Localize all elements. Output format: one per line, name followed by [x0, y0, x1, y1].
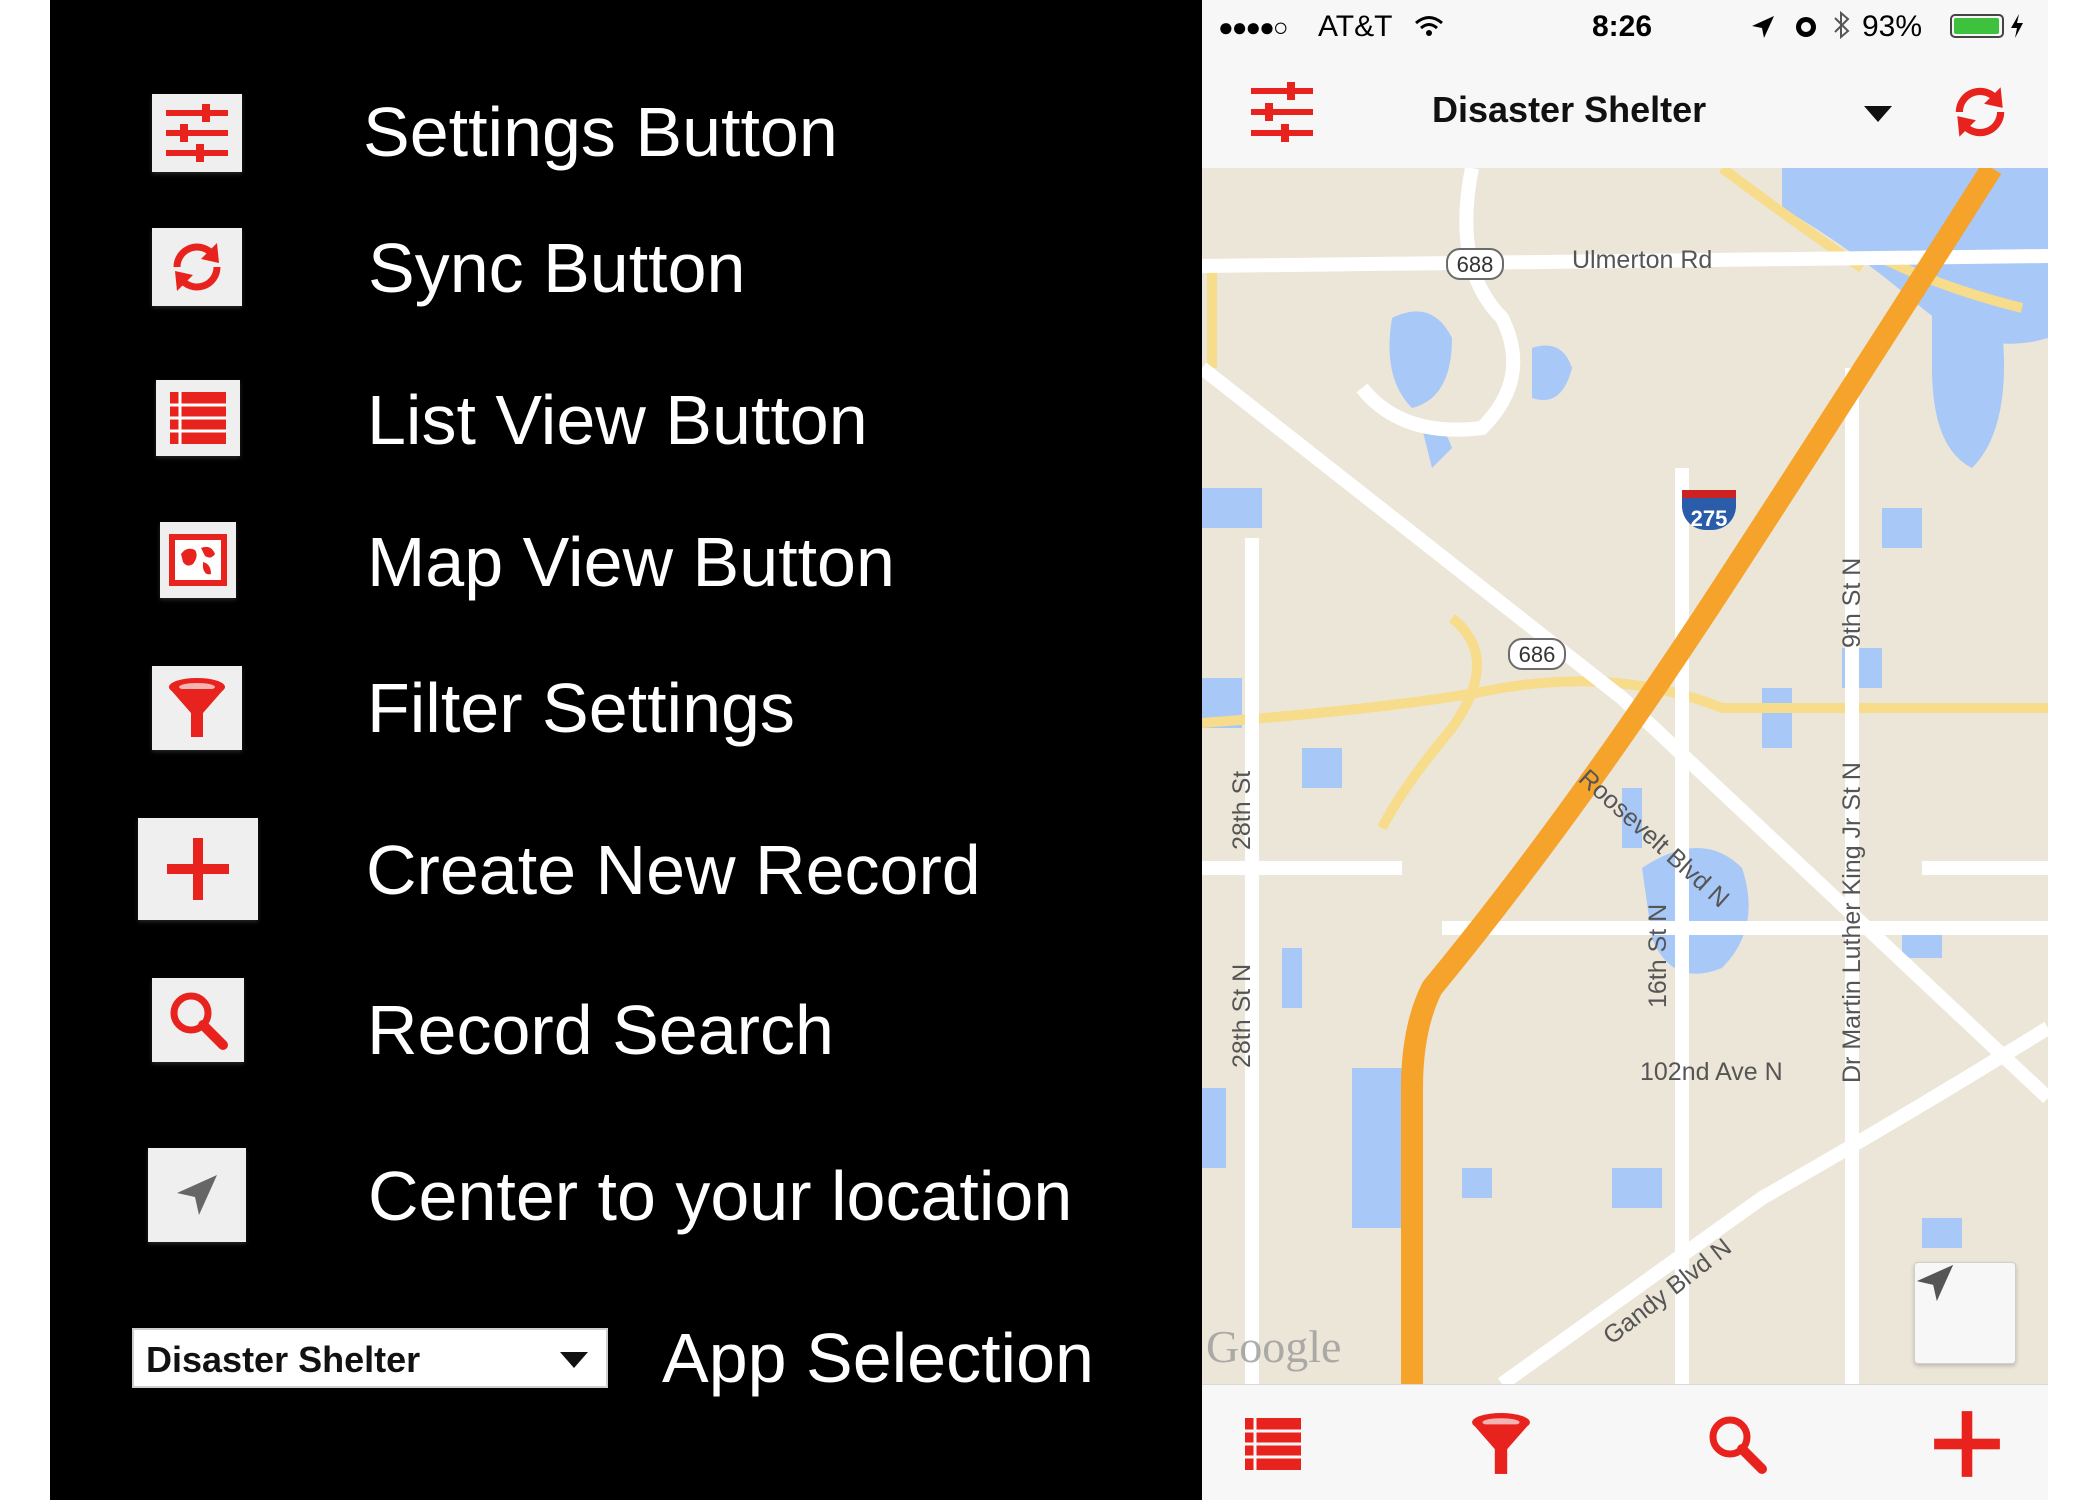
road-label: 16th St N	[1644, 903, 1672, 1008]
battery-fill	[1954, 18, 1999, 34]
center-location-button[interactable]	[1914, 1262, 2016, 1364]
record-search-legend-icon	[152, 978, 244, 1062]
filter-funnel-icon	[1472, 1413, 1530, 1474]
app-select-value: Disaster Shelter	[146, 1339, 421, 1380]
wifi-icon	[1415, 16, 1443, 36]
sync-button[interactable]	[1940, 72, 2020, 152]
chevron-down-icon	[560, 1352, 588, 1368]
record-search-legend-label: Record Search	[367, 991, 834, 1069]
create-record-legend-icon	[138, 818, 258, 920]
alarm-icon	[1796, 17, 1816, 37]
filter-button[interactable]	[1466, 1409, 1536, 1479]
settings-sliders-icon	[166, 104, 228, 162]
map-view-legend-label: Map View Button	[367, 523, 895, 601]
battery-percent: 93%	[1862, 10, 1923, 43]
settings-sliders-icon	[1251, 82, 1313, 142]
create-record-button[interactable]	[1932, 1409, 2002, 1479]
battery-icon	[1950, 14, 2004, 38]
road-label: Dr Martin Luther King Jr St N	[1838, 762, 1866, 1083]
app-selector[interactable]: Disaster Shelter	[1432, 88, 1706, 132]
sync-legend-label: Sync Button	[368, 229, 746, 307]
list-view-button[interactable]	[1238, 1409, 1308, 1479]
road-label: 102nd Ave N	[1640, 1058, 1783, 1086]
carrier-name: AT&T	[1318, 10, 1393, 43]
legend-panel: Settings Button Sync Button List View Bu…	[50, 0, 1202, 1500]
route-shield: 686	[1508, 638, 1566, 670]
location-arrow-icon	[177, 1175, 217, 1215]
center-location-legend-label: Center to your location	[368, 1157, 1073, 1235]
map-view-icon	[169, 534, 227, 586]
route-shield: 688	[1446, 248, 1504, 280]
sync-icon	[1955, 87, 2005, 137]
road-label: 9th St N	[1838, 557, 1866, 648]
search-button[interactable]	[1702, 1409, 1772, 1479]
plus-icon	[1934, 1411, 2000, 1477]
status-bar: ●●●●○ AT&T 8:26 93%	[1202, 0, 2048, 54]
charging-bolt-icon	[2011, 14, 2023, 38]
filter-legend-label: Filter Settings	[367, 669, 795, 747]
google-attribution: Google	[1206, 1321, 1342, 1372]
center-location-legend-icon	[148, 1148, 246, 1242]
clock-time: 8:26	[1592, 10, 1653, 43]
sync-legend-icon	[152, 228, 242, 306]
location-arrow-icon	[1916, 1264, 1954, 1302]
nav-bar: Disaster Shelter	[1202, 54, 2048, 169]
app-selection-legend-label: App Selection	[662, 1319, 1094, 1397]
list-view-legend-label: List View Button	[367, 381, 868, 459]
chevron-down-icon[interactable]	[1862, 102, 1894, 126]
settings-button[interactable]	[1242, 72, 1322, 152]
filter-funnel-icon	[169, 678, 225, 737]
create-record-legend-label: Create New Record	[366, 831, 981, 909]
phone-screen: ●●●●○ AT&T 8:26 93% Disaster Shelter Ulm…	[1202, 0, 2048, 1500]
bottom-toolbar	[1202, 1384, 2048, 1500]
settings-legend-icon	[152, 94, 242, 172]
list-view-icon	[1245, 1418, 1301, 1470]
road-label: Ulmerton Rd	[1572, 246, 1713, 274]
search-magnifier-icon	[170, 992, 228, 1050]
road-label: 28th St N	[1228, 963, 1256, 1068]
list-view-legend-icon	[156, 380, 240, 456]
search-magnifier-icon	[1709, 1416, 1767, 1474]
settings-legend-label: Settings Button	[363, 93, 838, 171]
map-view-legend-icon	[160, 522, 236, 598]
sync-icon	[173, 243, 221, 291]
list-view-icon	[170, 392, 226, 444]
signal-strength: ●●●●○	[1218, 12, 1289, 42]
filter-legend-icon	[152, 666, 242, 750]
map-canvas	[1202, 168, 2048, 1384]
road-label: 28th St	[1228, 770, 1256, 850]
plus-icon	[167, 838, 229, 900]
app-select-sample: Disaster Shelter	[132, 1328, 608, 1388]
bluetooth-icon	[1834, 10, 1850, 40]
map-view[interactable]: Ulmerton Rd Roosevelt Blvd N 9th St N Dr…	[1202, 168, 2048, 1384]
location-services-icon	[1752, 16, 1774, 38]
